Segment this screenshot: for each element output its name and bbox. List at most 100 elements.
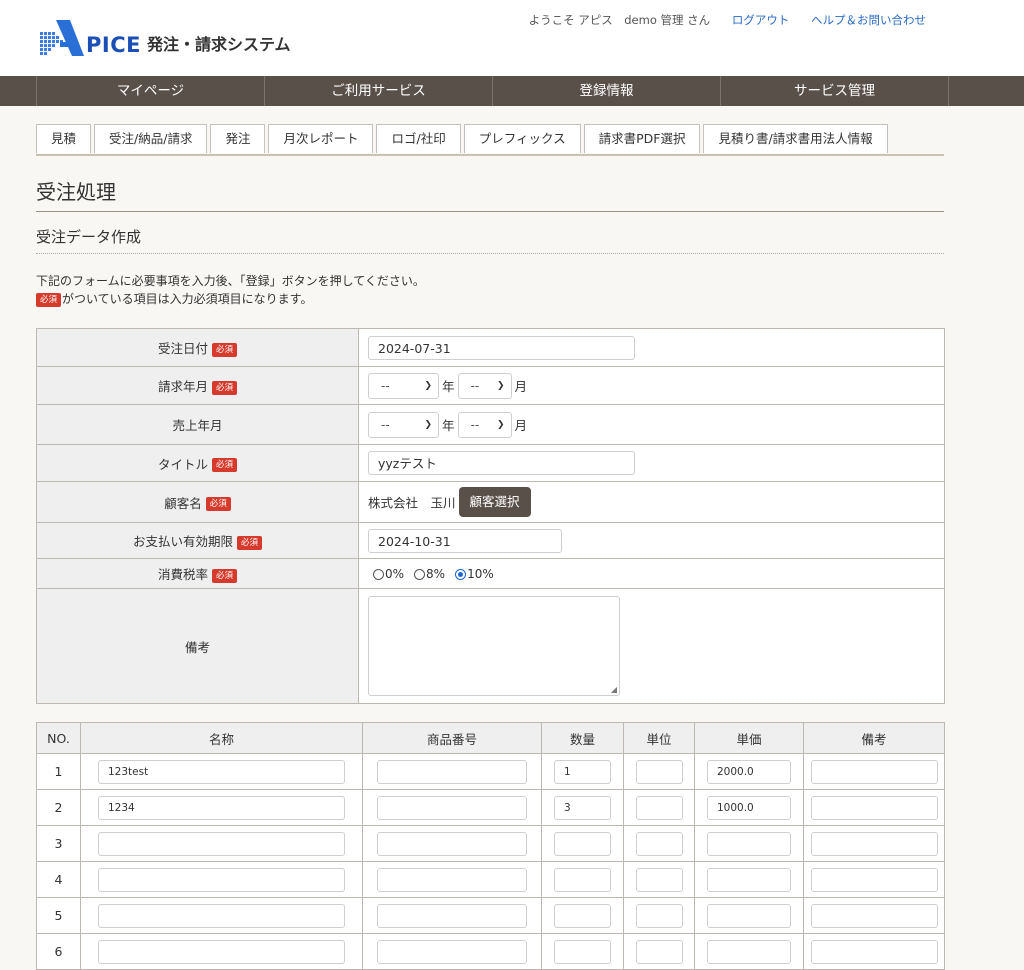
qty-cell: 1 <box>541 753 624 790</box>
item-name-input[interactable] <box>98 867 345 892</box>
product-code-input[interactable] <box>377 867 527 892</box>
quantity-input[interactable] <box>554 831 611 856</box>
required-badge: 必須 <box>211 342 237 357</box>
line-items-table: NO. 名称 商品番号 数量 単位 単価 備考 1 123test 1 2000… <box>36 722 945 970</box>
item-note-input[interactable] <box>810 903 938 928</box>
nav-item-mypage[interactable]: マイページ <box>36 76 264 106</box>
tax-10-radio[interactable] <box>455 568 467 580</box>
unit-price-input[interactable] <box>707 867 791 892</box>
note-cell <box>803 861 945 898</box>
unit-input[interactable] <box>635 867 683 892</box>
required-badge: 必須 <box>211 380 237 395</box>
quantity-input[interactable] <box>554 867 611 892</box>
month-unit: 月 <box>514 379 528 394</box>
required-badge: 必須 <box>36 292 62 307</box>
form-value-cell: -- ❯ 年 -- ❯ 月 <box>358 366 945 405</box>
table-row: 5 <box>36 897 945 934</box>
unit-input[interactable] <box>635 759 683 784</box>
welcome-text: ようこそ アピス demo 管理 さん <box>528 13 711 27</box>
tab-monthly-report[interactable]: 月次レポート <box>268 124 374 153</box>
item-note-input[interactable] <box>810 795 938 820</box>
title-label: タイトル <box>157 456 208 472</box>
tax-8-radio[interactable] <box>414 568 426 580</box>
unit-price-input[interactable] <box>707 831 791 856</box>
quantity-input[interactable] <box>554 939 611 964</box>
sales-year-select[interactable]: -- ❯ <box>368 411 439 438</box>
logo[interactable]: PICE 発注・請求システム <box>40 18 291 58</box>
note-cell <box>803 825 945 862</box>
item-name-input[interactable] <box>98 939 345 964</box>
quantity-input[interactable] <box>554 903 611 928</box>
form-value-cell: 2024-10-31 <box>358 522 945 559</box>
unit-input[interactable] <box>635 795 683 820</box>
item-name-input[interactable]: 1234 <box>98 795 345 820</box>
product-code-input[interactable] <box>377 831 527 856</box>
unit-price-input[interactable]: 2000.0 <box>707 759 791 784</box>
unit-price-input[interactable]: 1000.0 <box>707 795 791 820</box>
unit-input[interactable] <box>635 831 683 856</box>
logo-mark-icon <box>40 20 84 56</box>
product-code-input[interactable] <box>377 903 527 928</box>
col-header-quantity: 数量 <box>541 722 624 754</box>
col-header-note: 備考 <box>803 722 945 754</box>
tab-estimate[interactable]: 見積 <box>36 124 92 153</box>
unit-input[interactable] <box>635 903 683 928</box>
tab-corporate-info[interactable]: 見積り書/請求書用法人情報 <box>703 124 888 153</box>
unit-price-input[interactable] <box>707 903 791 928</box>
item-name-input[interactable] <box>98 831 345 856</box>
month-unit: 月 <box>514 418 528 433</box>
tab-invoice-pdf[interactable]: 請求書PDF選択 <box>583 124 701 153</box>
form-row-payment-due: お支払い有効期限 必須 2024-10-31 <box>36 522 945 559</box>
select-customer-button[interactable]: 顧客選択 <box>458 487 531 517</box>
quantity-input[interactable]: 3 <box>554 795 611 820</box>
product-code-input[interactable] <box>377 939 527 964</box>
price-cell <box>694 897 804 934</box>
sales-year-value: -- <box>381 417 390 432</box>
main-content: 見積 受注/納品/請求 発注 月次レポート ロゴ/社印 プレフィックス 請求書P… <box>36 106 945 970</box>
product-code-input[interactable] <box>377 759 527 784</box>
item-name-input[interactable] <box>98 903 345 928</box>
resize-grip-icon[interactable]: ◢ <box>611 685 617 694</box>
note-cell <box>803 753 945 790</box>
order-date-input[interactable]: 2024-07-31 <box>368 335 635 360</box>
billing-month-select[interactable]: -- ❯ <box>457 372 512 399</box>
help-link[interactable]: ヘルプ＆お問い合わせ <box>811 13 926 27</box>
sales-month-select[interactable]: -- ❯ <box>457 411 512 438</box>
col-header-no: NO. <box>36 722 81 754</box>
form-value-cell: 株式会社 玉川 顧客選択 <box>358 481 945 523</box>
chevron-down-icon: ❯ <box>496 380 505 391</box>
tax-10-label: 10% <box>467 567 494 582</box>
tab-order-delivery-invoice[interactable]: 受注/納品/請求 <box>94 124 208 153</box>
col-header-name: 名称 <box>80 722 363 754</box>
item-name-input[interactable]: 123test <box>98 759 345 784</box>
remarks-textarea[interactable]: ◢ <box>368 596 620 696</box>
tax-0-radio[interactable] <box>373 568 384 580</box>
nav-item-service-admin[interactable]: サービス管理 <box>720 76 949 106</box>
nav-item-services[interactable]: ご利用サービス <box>264 76 492 106</box>
nav-item-registration[interactable]: 登録情報 <box>492 76 720 106</box>
required-legend: 必須 がついている項目は入力必須項目になります。 <box>36 290 944 308</box>
form-label-cell: 備考 <box>36 588 359 704</box>
item-note-input[interactable] <box>810 939 938 964</box>
product-code-input[interactable] <box>377 795 527 820</box>
unit-price-input[interactable] <box>707 939 791 964</box>
global-nav: マイページ ご利用サービス 登録情報 サービス管理 <box>0 76 1024 106</box>
item-note-input[interactable] <box>810 867 938 892</box>
payment-due-input[interactable]: 2024-10-31 <box>368 528 562 553</box>
table-row: 3 <box>36 825 945 862</box>
title-input[interactable]: yyzテスト <box>368 451 635 475</box>
billing-year-select[interactable]: -- ❯ <box>368 372 439 399</box>
item-note-input[interactable] <box>810 759 938 784</box>
name-cell: 1234 <box>80 789 363 826</box>
chevron-down-icon: ❯ <box>424 380 432 391</box>
tab-prefix[interactable]: プレフィックス <box>463 124 581 153</box>
tab-logo-seal[interactable]: ロゴ/社印 <box>376 124 461 153</box>
year-unit: 年 <box>442 379 455 394</box>
quantity-input[interactable]: 1 <box>554 759 611 784</box>
logout-link[interactable]: ログアウト <box>732 13 790 27</box>
unit-input[interactable] <box>635 939 683 964</box>
tab-purchase-order[interactable]: 発注 <box>210 124 266 153</box>
item-note-input[interactable] <box>810 831 938 856</box>
note-cell <box>803 933 945 970</box>
qty-cell <box>541 825 624 862</box>
